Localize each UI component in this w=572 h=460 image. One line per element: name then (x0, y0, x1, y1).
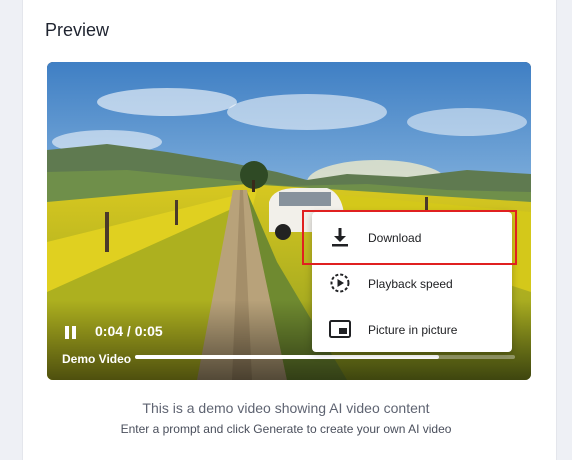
pause-icon-bar (72, 326, 76, 339)
time-display: 0:04 / 0:05 (95, 323, 163, 339)
menu-item-label: Download (368, 231, 422, 245)
menu-item-picture-in-picture[interactable]: Picture in picture (312, 306, 512, 352)
video-options-menu: Download Playback speed Picture in pictu… (312, 212, 512, 352)
download-icon (328, 227, 352, 247)
pause-icon (65, 326, 69, 339)
menu-item-label: Playback speed (368, 277, 453, 291)
instruction-text: Enter a prompt and click Generate to cre… (120, 422, 452, 436)
menu-item-label: Picture in picture (368, 323, 458, 337)
description-text: This is a demo video showing AI video co… (142, 400, 430, 416)
picture-in-picture-icon (328, 319, 352, 339)
progress-fill (135, 355, 439, 359)
playback-speed-icon (328, 273, 352, 293)
menu-item-download[interactable]: Download (312, 214, 512, 260)
pause-button[interactable] (63, 325, 79, 341)
video-caption: Demo Video (62, 352, 132, 366)
menu-item-playback-speed[interactable]: Playback speed (312, 260, 512, 306)
page-title: Preview (45, 20, 110, 40)
progress-bar[interactable] (135, 355, 515, 359)
